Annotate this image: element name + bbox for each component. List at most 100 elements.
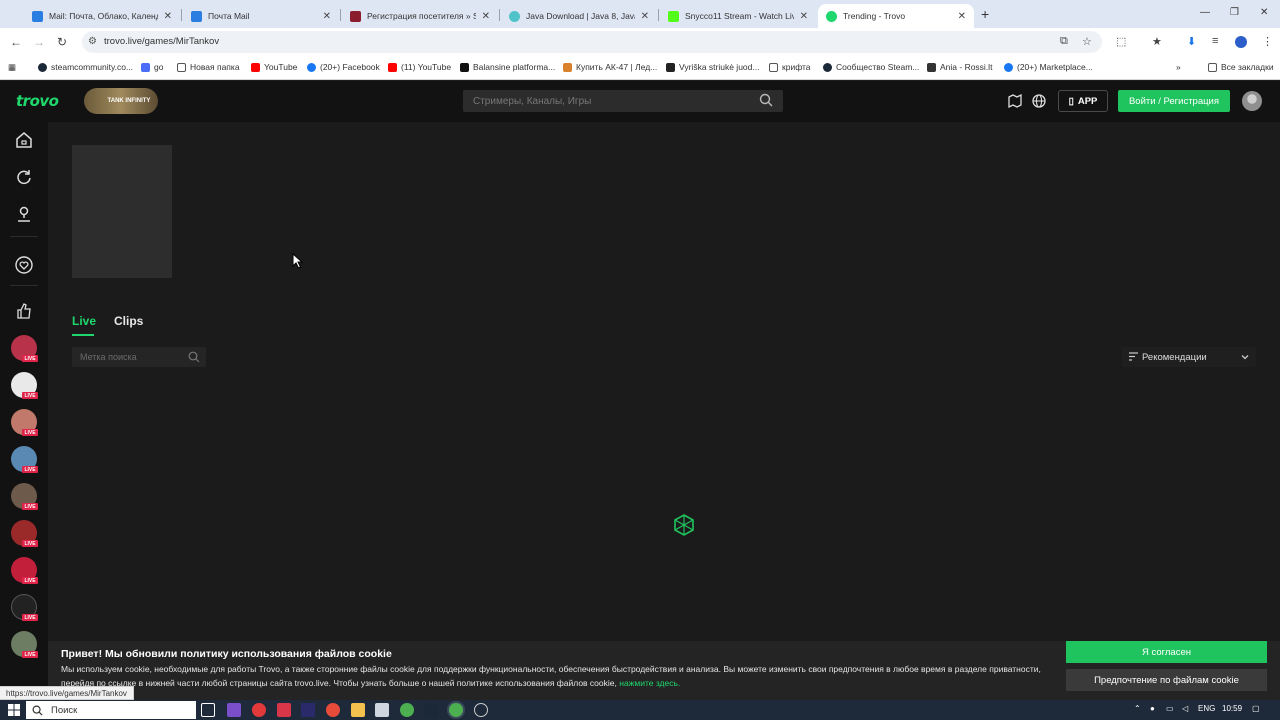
tray-chevron-icon[interactable]: ⌃	[1134, 704, 1141, 713]
back-icon[interactable]: ←	[10, 35, 22, 49]
steam-icon[interactable]	[424, 703, 438, 717]
opera-icon[interactable]	[252, 703, 266, 717]
browser-tab-pochta-mail[interactable]: Почта Mail ✕	[183, 4, 339, 28]
minimize-icon[interactable]: —	[1200, 7, 1210, 18]
browser-tab-mail-cloud[interactable]: Mail: Почта, Облако, Календар ✕	[24, 4, 180, 28]
live-badge: LIVE	[22, 355, 38, 362]
trovo-search-input[interactable]	[473, 94, 753, 108]
bookmark-star-icon[interactable]: ☆	[1082, 35, 1092, 48]
file-explorer-icon[interactable]	[351, 703, 365, 717]
location-icon[interactable]	[14, 204, 34, 224]
taskbar-search[interactable]: Поиск	[26, 701, 196, 719]
bookmark-item[interactable]: Ania - Rossi.lt	[927, 62, 992, 72]
install-app-icon[interactable]: ⧉	[1060, 35, 1068, 48]
reload-icon[interactable]: ↻	[57, 35, 67, 49]
apps-grid-icon[interactable]: ▦	[8, 62, 16, 73]
youtube-icon	[388, 62, 397, 72]
search-icon[interactable]	[759, 93, 773, 107]
tab-close-icon[interactable]: ✕	[482, 11, 490, 22]
tab-live[interactable]: Live	[72, 314, 96, 328]
bookmark-item[interactable]: YouTube	[251, 62, 297, 72]
game-badge-tank-infinity[interactable]: TANK INFINITY	[84, 88, 158, 114]
profile-avatar-icon[interactable]	[1235, 36, 1247, 48]
downloads-icon[interactable]: ⬇	[1187, 35, 1196, 48]
cookie-learn-more-link[interactable]: нажмите здесь.	[619, 678, 680, 688]
sort-dropdown[interactable]: Рекомендации	[1122, 347, 1256, 367]
windows-start-icon[interactable]	[8, 704, 20, 716]
cookie-preferences-button[interactable]: Предпочтение по файлам cookie	[1066, 669, 1267, 691]
menu-dots-icon[interactable]: ⋮	[1262, 35, 1273, 48]
live-badge: LIVE	[22, 429, 38, 436]
tab-separator	[181, 9, 182, 21]
live-badge: LIVE	[22, 614, 38, 621]
visual-studio-icon[interactable]	[227, 703, 241, 717]
tab-close-icon[interactable]: ✕	[323, 11, 331, 22]
refresh-icon[interactable]	[14, 167, 34, 187]
network-icon[interactable]: ▭	[1166, 704, 1174, 713]
game-cover-placeholder	[72, 145, 172, 278]
bookmark-item[interactable]: go	[141, 62, 163, 72]
tab-clips[interactable]: Clips	[114, 314, 143, 328]
map-icon[interactable]	[1007, 93, 1023, 109]
site-info-icon[interactable]: ⚙	[88, 36, 97, 47]
bookmark-item[interactable]: steamcommunity.co...	[38, 62, 133, 72]
language-indicator[interactable]: ENG	[1198, 704, 1215, 713]
user-avatar-icon[interactable]	[1242, 91, 1262, 111]
volume-icon[interactable]: ◁	[1182, 704, 1188, 713]
app-icon[interactable]	[326, 703, 340, 717]
all-bookmarks-folder[interactable]: Все закладки	[1208, 62, 1274, 72]
media-icon[interactable]: ≡	[1212, 35, 1218, 47]
bookmarks-bar: ▦ steamcommunity.co... go Новая папка Yo…	[0, 56, 1280, 80]
after-effects-icon[interactable]	[301, 703, 315, 717]
forward-icon[interactable]: →	[33, 35, 45, 49]
chrome-active-icon[interactable]	[449, 703, 463, 717]
tab-close-icon[interactable]: ✕	[958, 11, 966, 22]
tab-close-icon[interactable]: ✕	[800, 11, 808, 22]
tag-search-input[interactable]	[80, 351, 180, 363]
task-view-icon[interactable]	[201, 703, 215, 717]
chrome-icon[interactable]	[400, 703, 414, 717]
bookmark-item[interactable]: (20+) Marketplace...	[1004, 62, 1093, 72]
tab-close-icon[interactable]: ✕	[641, 11, 649, 22]
app-button[interactable]: ▯ APP	[1058, 90, 1108, 112]
clock-app-icon[interactable]	[474, 703, 488, 717]
bookmark-item[interactable]: (11) YouTube	[388, 62, 451, 72]
globe-icon[interactable]	[1031, 93, 1047, 109]
address-bar[interactable]: ⚙ trovo.live/games/MirTankov	[82, 31, 1102, 53]
bookmarks-icon[interactable]: ★	[1152, 35, 1162, 48]
bookmark-item[interactable]: Balansine platforma...	[460, 62, 555, 72]
close-window-icon[interactable]: ✕	[1260, 7, 1268, 18]
bookmark-item[interactable]: Сообщество Steam...	[823, 62, 919, 72]
login-register-button[interactable]: Войти / Регистрация	[1118, 90, 1230, 112]
restore-icon[interactable]: ❐	[1230, 7, 1239, 18]
heart-icon[interactable]	[14, 255, 34, 275]
cookie-agree-button[interactable]: Я согласен	[1066, 641, 1267, 663]
microphone-icon[interactable]: ●	[1150, 704, 1155, 713]
bookmark-item[interactable]: крифта	[769, 62, 811, 72]
browser-tab-trovo-trending[interactable]: Trending - Trovo ✕	[818, 4, 974, 28]
more-bookmarks-chevron[interactable]: »	[1176, 62, 1181, 72]
app-icon[interactable]	[277, 703, 291, 717]
cookie-banner: Привет! Мы обновили политику использован…	[48, 641, 1280, 700]
thumbs-up-icon[interactable]	[14, 301, 34, 321]
search-icon[interactable]	[188, 351, 200, 363]
tab-close-icon[interactable]: ✕	[164, 11, 172, 22]
live-badge: LIVE	[22, 577, 38, 584]
cookie-banner-title: Привет! Мы обновили политику использован…	[61, 648, 392, 660]
extensions-icon[interactable]: ⬚	[1116, 35, 1126, 48]
browser-tab-java-download[interactable]: Java Download | Java 8, Java 11 ✕	[501, 4, 657, 28]
bookmark-item[interactable]: Новая папка	[177, 62, 240, 72]
notifications-icon[interactable]: ▢	[1252, 704, 1260, 713]
trovo-logo[interactable]: trovo	[16, 92, 59, 110]
new-tab-button[interactable]: +	[981, 6, 989, 22]
bookmark-item[interactable]: Купить АК-47 | Лед...	[563, 62, 657, 72]
home-icon[interactable]	[14, 130, 34, 150]
live-badge: LIVE	[22, 392, 38, 399]
bookmark-item[interactable]: (20+) Facebook	[307, 62, 380, 72]
bookmark-item[interactable]: Vyriška striukė juod...	[666, 62, 759, 72]
browser-tab-kick-stream[interactable]: Snycco11 Stream - Watch Live o ✕	[660, 4, 816, 28]
notepad-icon[interactable]	[375, 703, 389, 717]
clock-time[interactable]: 10:59	[1222, 704, 1242, 713]
live-badge: LIVE	[22, 651, 38, 658]
browser-tab-registration[interactable]: Регистрация посетителя » Som ✕	[342, 4, 498, 28]
